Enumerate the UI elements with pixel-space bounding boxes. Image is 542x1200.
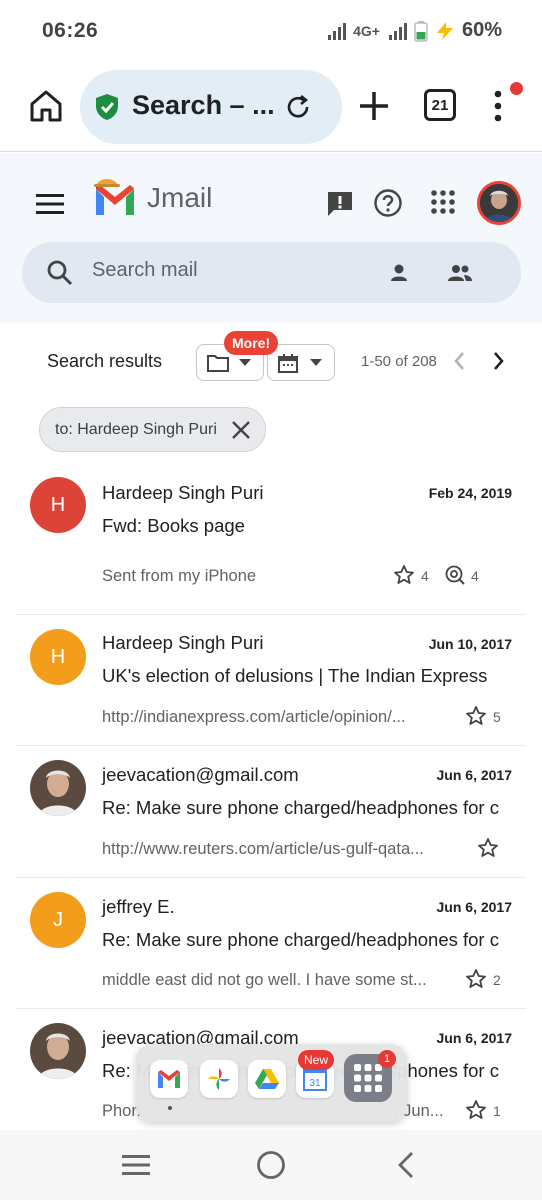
chevron-right-icon[interactable]: [488, 350, 508, 372]
battery-icon: [414, 20, 428, 42]
star-count: 4: [421, 568, 429, 584]
email-subject: Re: Make sure phone charged/headphones f…: [102, 929, 499, 950]
chevron-left-icon[interactable]: [450, 350, 470, 372]
battery-percent: 60%: [461, 19, 502, 41]
photos-app-icon[interactable]: [200, 1060, 238, 1098]
status-time: 06:26: [42, 19, 99, 42]
sender-avatar-photo: [30, 760, 86, 816]
system-navigation-bar: [0, 1130, 542, 1200]
people-icon[interactable]: [446, 262, 474, 284]
chevron-down-icon: [239, 359, 251, 366]
email-row[interactable]: J jeffrey E. Jun 6, 2017 Re: Make sure p…: [16, 878, 526, 1009]
charging-icon: [436, 21, 453, 40]
drive-app-icon[interactable]: [248, 1060, 286, 1098]
sender-name: Hardeep Singh Puri: [102, 632, 264, 653]
address-bar-text: Search – ...: [132, 90, 275, 120]
email-date: Jun 6, 2017: [436, 767, 513, 783]
reload-icon[interactable]: [283, 92, 313, 122]
feedback-icon[interactable]: [325, 189, 355, 219]
home-icon[interactable]: [26, 86, 66, 126]
network-type: 4G+: [353, 22, 380, 39]
email-snippet: http://indianexpress.com/article/opinion…: [102, 708, 406, 726]
calendar-day: 31: [309, 1078, 321, 1089]
account-avatar[interactable]: [477, 181, 521, 225]
signal-icon-2: [388, 22, 407, 40]
email-subject: Fwd: Books page: [102, 515, 245, 536]
email-date: Jun 10, 2017: [428, 636, 512, 652]
email-row[interactable]: jeevacation@gmail.com Jun 6, 2017 Re: Ma…: [16, 746, 526, 878]
running-indicator: [168, 1106, 172, 1110]
browser-toolbar: Search – ... 21: [0, 62, 542, 152]
sender-avatar: H: [30, 629, 86, 685]
filter-chip[interactable]: to: Hardeep Singh Puri: [39, 407, 266, 452]
star-count: 5: [493, 709, 501, 725]
recent-apps-icon[interactable]: [120, 1153, 152, 1177]
status-bar: 06:26 4G+ 60%: [0, 0, 542, 62]
chevron-down-icon: [310, 359, 322, 366]
page-range: 1-50 of 208: [361, 353, 437, 370]
close-icon[interactable]: [230, 419, 252, 441]
notification-count-badge: 1: [378, 1050, 396, 1068]
help-icon[interactable]: [373, 188, 403, 218]
gmail-app-icon[interactable]: [150, 1060, 188, 1098]
folder-icon: [207, 355, 229, 372]
email-row[interactable]: H Hardeep Singh Puri Feb 24, 2019 Fwd: B…: [16, 463, 526, 615]
search-results-title: Search results: [47, 351, 163, 371]
notification-dot: [510, 82, 523, 95]
home-circle-icon[interactable]: [256, 1150, 286, 1180]
search-icon[interactable]: [46, 259, 74, 287]
email-date: Jun 6, 2017: [436, 899, 513, 915]
email-snippet: http://www.reuters.com/article/us-gulf-q…: [102, 840, 424, 858]
star-count: 1: [493, 1103, 501, 1119]
email-subject: UK's election of delusions | The Indian …: [102, 665, 488, 686]
star-icon[interactable]: [465, 968, 487, 990]
mail-list-panel: Search results More! 1-50 of 208 to: Har…: [0, 323, 542, 1130]
app-name: Jmail: [147, 182, 213, 213]
new-badge: New: [298, 1050, 335, 1070]
star-icon[interactable]: [465, 705, 487, 727]
apps-grid-icon: [354, 1064, 382, 1092]
jmail-logo-icon: [94, 179, 134, 215]
shield-check-icon: [96, 94, 118, 120]
sender-name: jeevacation@gmail.com: [102, 764, 299, 785]
search-input[interactable]: [92, 259, 362, 282]
back-icon[interactable]: [395, 1150, 417, 1180]
email-snippet: middle east did not go well. I have some…: [102, 971, 427, 989]
views-icon: [445, 565, 465, 585]
sender-avatar-photo: [30, 1023, 86, 1079]
sender-name: jeffrey E.: [102, 896, 175, 917]
app-dock: 31 New 1: [136, 1044, 407, 1122]
view-count: 4: [471, 568, 479, 584]
star-icon[interactable]: [465, 1099, 487, 1121]
star-count: 2: [493, 972, 501, 988]
search-bar: [22, 242, 521, 303]
tab-switcher-button[interactable]: 21: [424, 89, 456, 121]
email-row[interactable]: H Hardeep Singh Puri Jun 10, 2017 UK's e…: [16, 615, 526, 746]
apps-grid-icon[interactable]: [430, 189, 456, 215]
address-bar[interactable]: Search – ...: [80, 70, 342, 144]
status-indicators: 4G+ 60%: [327, 19, 502, 42]
filter-chip-label: to: Hardeep Singh Puri: [55, 421, 217, 438]
star-icon[interactable]: [477, 837, 499, 859]
email-date: Jun 6, 2017: [436, 1030, 513, 1046]
person-icon[interactable]: [388, 262, 410, 284]
sender-avatar: H: [30, 477, 86, 533]
date-filter-button[interactable]: [267, 344, 335, 381]
email-date: Feb 24, 2019: [428, 485, 512, 501]
sender-name: Hardeep Singh Puri: [102, 482, 264, 503]
menu-icon[interactable]: [36, 193, 64, 215]
signal-icon: [328, 22, 347, 40]
new-tab-icon[interactable]: [356, 88, 392, 124]
mail-header: Jmail: [0, 153, 542, 323]
sender-avatar: J: [30, 892, 86, 948]
email-subject: Re: Make sure phone charged/headphones f…: [102, 797, 499, 818]
calendar-icon: [278, 354, 298, 373]
star-icon[interactable]: [393, 564, 415, 586]
more-badge: More!: [224, 331, 279, 355]
more-vert-icon[interactable]: [488, 86, 508, 126]
